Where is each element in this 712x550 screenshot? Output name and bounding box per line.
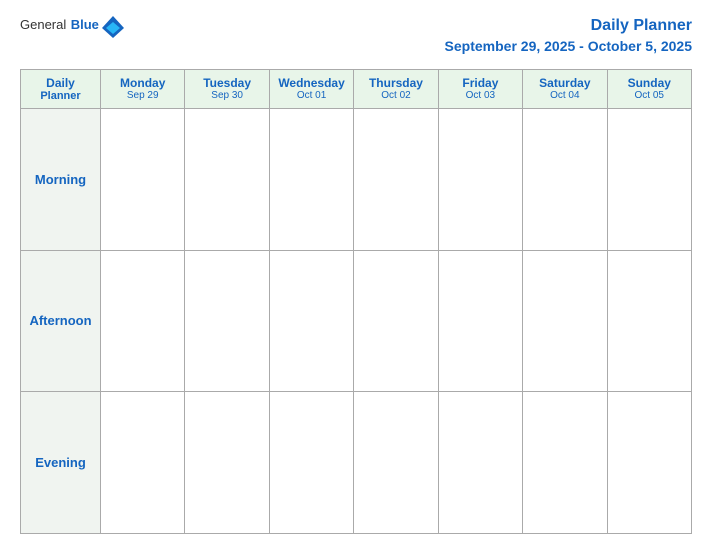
logo-blue: Blue: [71, 17, 99, 32]
cell-afternoon-wed[interactable]: [269, 250, 353, 392]
header-sunday: Sunday Oct 05: [607, 69, 691, 108]
cell-afternoon-tue[interactable]: [185, 250, 269, 392]
cell-afternoon-thu[interactable]: [354, 250, 438, 392]
cell-morning-mon[interactable]: [101, 108, 185, 250]
row-morning: Morning: [21, 108, 692, 250]
cell-evening-sun[interactable]: [607, 392, 691, 534]
header-saturday: Saturday Oct 04: [523, 69, 607, 108]
row-label-evening: Evening: [21, 392, 101, 534]
cell-evening-sat[interactable]: [523, 392, 607, 534]
cell-evening-thu[interactable]: [354, 392, 438, 534]
planner-title: Daily Planner: [445, 16, 692, 37]
cell-evening-wed[interactable]: [269, 392, 353, 534]
calendar-table: Daily Planner Monday Sep 29 Tuesday Sep …: [20, 69, 692, 534]
cell-morning-fri[interactable]: [438, 108, 522, 250]
header-monday: Monday Sep 29: [101, 69, 185, 108]
cell-afternoon-sun[interactable]: [607, 250, 691, 392]
cell-evening-fri[interactable]: [438, 392, 522, 534]
logo-area: General Blue: [20, 16, 124, 40]
cell-morning-sat[interactable]: [523, 108, 607, 250]
planner-subtitle: September 29, 2025 - October 5, 2025: [445, 37, 692, 55]
page-header: General Blue Daily Planner September 29,…: [20, 16, 692, 55]
header-friday: Friday Oct 03: [438, 69, 522, 108]
logo-icon: [102, 14, 124, 40]
header-tuesday: Tuesday Sep 30: [185, 69, 269, 108]
cell-morning-thu[interactable]: [354, 108, 438, 250]
header-thursday: Thursday Oct 02: [354, 69, 438, 108]
logo-general: General: [20, 17, 66, 32]
logo-text-block: General Blue: [20, 16, 99, 34]
cell-afternoon-fri[interactable]: [438, 250, 522, 392]
cell-morning-tue[interactable]: [185, 108, 269, 250]
cell-evening-mon[interactable]: [101, 392, 185, 534]
cell-afternoon-mon[interactable]: [101, 250, 185, 392]
row-label-afternoon: Afternoon: [21, 250, 101, 392]
title-area: Daily Planner September 29, 2025 - Octob…: [445, 16, 692, 55]
cell-morning-wed[interactable]: [269, 108, 353, 250]
cell-afternoon-sat[interactable]: [523, 250, 607, 392]
header-label: Daily Planner: [21, 69, 101, 108]
row-label-morning: Morning: [21, 108, 101, 250]
cell-evening-tue[interactable]: [185, 392, 269, 534]
header-row: Daily Planner Monday Sep 29 Tuesday Sep …: [21, 69, 692, 108]
header-wednesday: Wednesday Oct 01: [269, 69, 353, 108]
cell-morning-sun[interactable]: [607, 108, 691, 250]
row-evening: Evening: [21, 392, 692, 534]
row-afternoon: Afternoon: [21, 250, 692, 392]
